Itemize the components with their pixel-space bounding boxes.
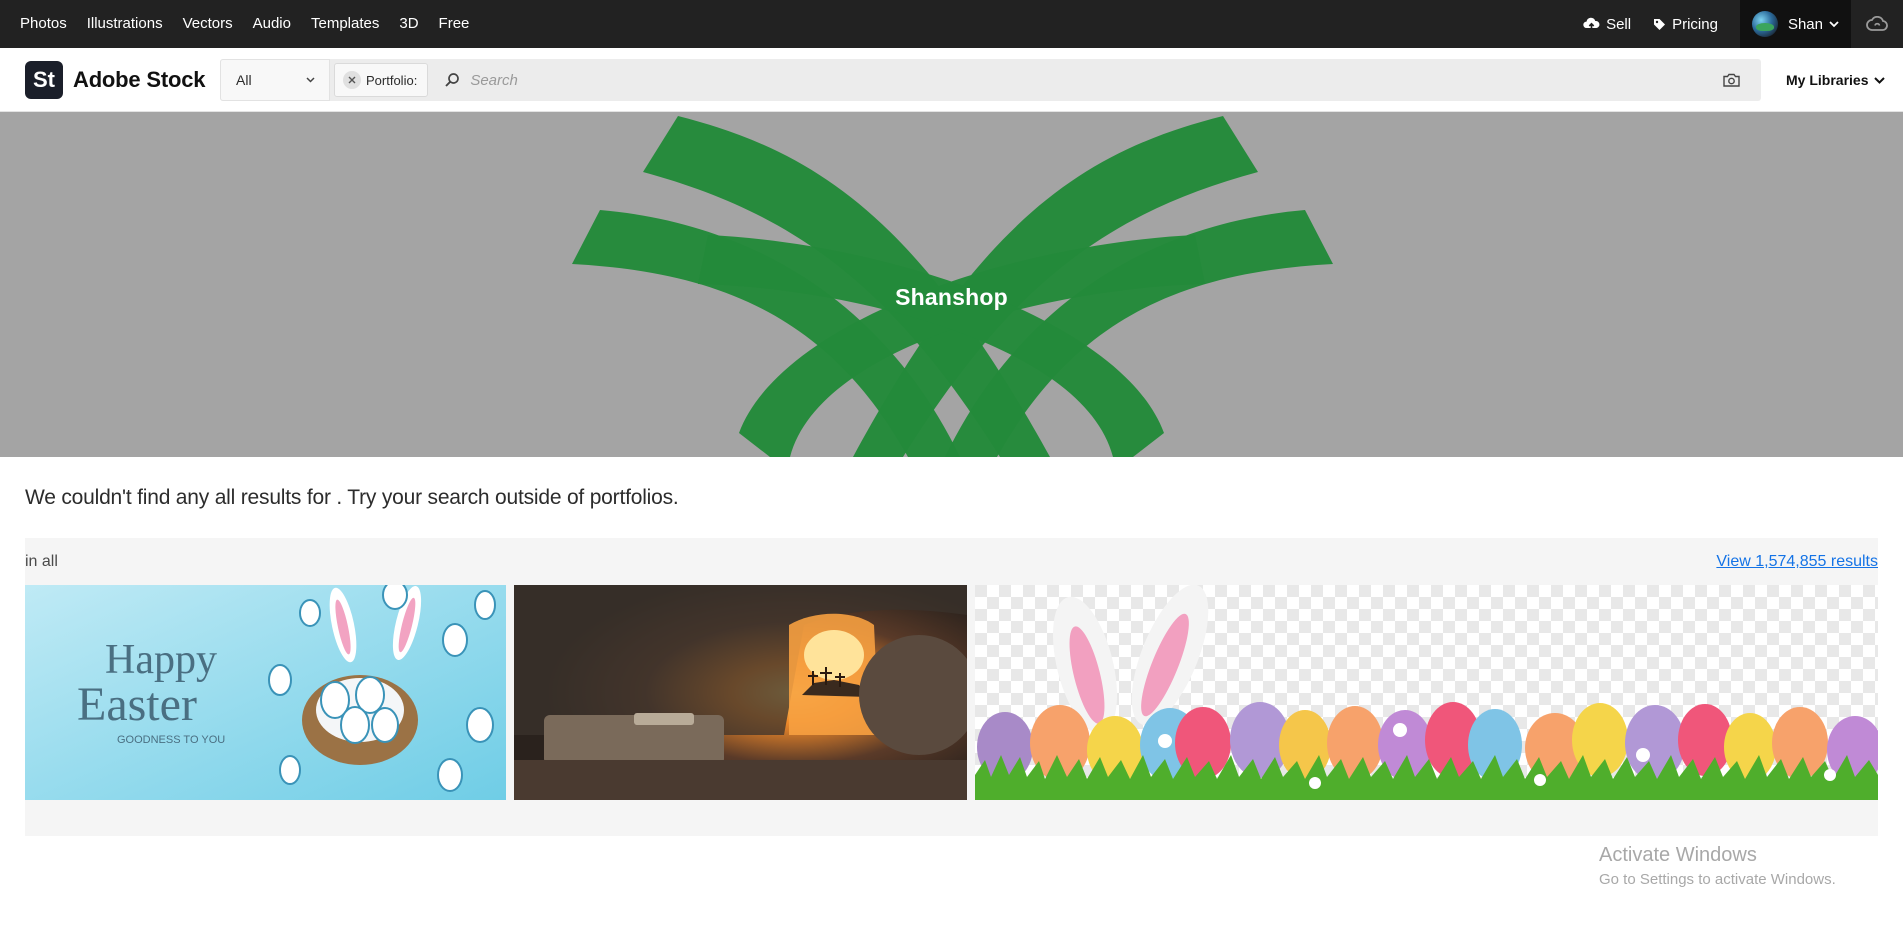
nav-audio[interactable]: Audio	[253, 0, 291, 48]
chevron-down-icon	[306, 77, 315, 83]
cloud-upload-icon	[1583, 17, 1600, 30]
watermark-title: Activate Windows	[1599, 844, 1757, 866]
my-libraries-button[interactable]: My Libraries	[1786, 48, 1886, 112]
my-libraries-label: My Libraries	[1786, 72, 1869, 88]
creative-cloud-icon	[1866, 16, 1888, 31]
search-bar: All Portfolio:	[220, 59, 1761, 101]
pricing-button[interactable]: Pricing	[1653, 16, 1718, 33]
portfolio-title: Shanshop	[895, 284, 1008, 310]
nav-photos[interactable]: Photos	[20, 0, 67, 48]
chevron-down-icon	[1874, 76, 1886, 84]
easter-text-goodness: GOODNESS TO YOU	[117, 734, 225, 746]
nav-templates[interactable]: Templates	[311, 0, 379, 48]
portfolio-filter-tag: Portfolio:	[334, 63, 429, 97]
results-section-label: in all	[25, 553, 58, 570]
top-navigation-bar: Photos Illustrations Vectors Audio Templ…	[0, 0, 1903, 48]
adobe-stock-logo[interactable]: St Adobe Stock	[25, 60, 206, 99]
easter-eggs-image	[975, 585, 1878, 800]
easter-text-easter: Easter	[77, 678, 197, 731]
chevron-down-icon	[1829, 20, 1839, 27]
thumbnail-empty-tomb[interactable]	[514, 585, 967, 800]
nav-free[interactable]: Free	[439, 0, 470, 48]
view-all-results-link[interactable]: View 1,574,855 results	[1716, 553, 1878, 571]
user-name: Shan	[1787, 15, 1823, 33]
visual-search-button[interactable]	[1711, 60, 1751, 100]
close-icon	[348, 76, 356, 84]
portfolio-tag-label: Portfolio:	[366, 72, 418, 88]
creative-cloud-button[interactable]	[1851, 0, 1903, 48]
pricing-label: Pricing	[1672, 15, 1718, 33]
asset-type-nav: Photos Illustrations Vectors Audio Templ…	[0, 0, 489, 48]
thumbnail-easter-eggs[interactable]	[975, 585, 1878, 800]
filter-value: All	[236, 72, 252, 88]
remove-filter-button[interactable]	[343, 71, 361, 89]
sell-button[interactable]: Sell	[1583, 16, 1631, 33]
suggested-results-panel: in all View 1,574,855 results Happy East…	[25, 538, 1878, 836]
happy-easter-image: Happy Easter GOODNESS TO YOU	[25, 585, 506, 800]
logo-badge: St	[25, 60, 63, 99]
portfolio-banner: Shanshop	[0, 112, 1903, 457]
nav-vectors[interactable]: Vectors	[183, 0, 233, 48]
thumbnail-happy-easter[interactable]: Happy Easter GOODNESS TO YOU	[25, 585, 506, 800]
user-menu[interactable]: Shan	[1739, 0, 1851, 48]
empty-tomb-image	[514, 585, 967, 800]
easter-text-happy: Happy	[105, 637, 217, 683]
price-tag-icon	[1654, 18, 1666, 30]
search-icon	[444, 72, 460, 88]
logo-text: Adobe Stock	[73, 66, 206, 92]
nav-illustrations[interactable]: Illustrations	[87, 0, 163, 48]
watermark-subtitle: Go to Settings to activate Windows.	[1599, 871, 1836, 888]
avatar	[1751, 11, 1778, 37]
sell-label: Sell	[1606, 15, 1632, 33]
camera-icon	[1722, 73, 1740, 87]
top-right-actions: Sell Pricing Shan	[1583, 0, 1903, 48]
search-input[interactable]	[468, 60, 1711, 100]
asset-filter-select[interactable]: All	[220, 59, 330, 101]
site-header: St Adobe Stock All Portfolio: Search My …	[0, 48, 1903, 112]
nav-3d[interactable]: 3D	[399, 0, 418, 48]
no-results-message: We couldn't find any all results for . T…	[25, 486, 679, 509]
windows-activation-watermark: Activate Windows Go to Settings to activ…	[1599, 844, 1836, 888]
